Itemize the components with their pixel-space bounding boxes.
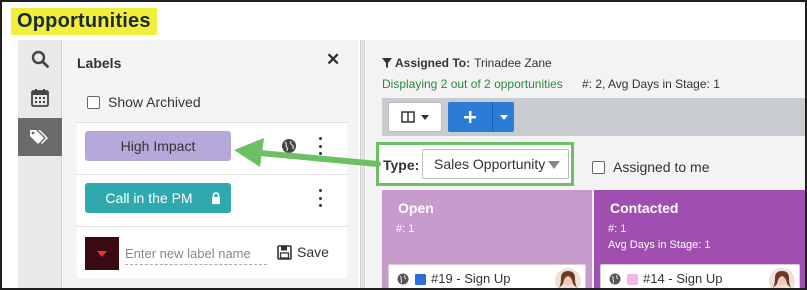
- card-title: #19 - Sign Up: [431, 271, 511, 286]
- page-title: Opportunities: [11, 8, 157, 35]
- opportunity-card[interactable]: #19 - Sign Up: [388, 264, 586, 288]
- icon-rail: [18, 40, 62, 288]
- chevron-down-icon: [97, 250, 107, 257]
- columns-icon: [401, 111, 415, 123]
- column-count: #: 1: [396, 223, 415, 235]
- add-options-button[interactable]: [492, 102, 514, 132]
- add-opportunity-button[interactable]: [448, 102, 492, 132]
- save-label: Save: [297, 244, 329, 260]
- board-stats: #: 2, Avg Days in Stage: 1: [582, 77, 720, 91]
- avatar: [555, 268, 581, 288]
- chevron-down-icon: [548, 161, 560, 169]
- color-picker-button[interactable]: [85, 237, 119, 270]
- label-menu-icon[interactable]: [317, 189, 323, 207]
- label-chip[interactable]: Call in the PM: [85, 183, 231, 213]
- new-label-input[interactable]: [125, 243, 267, 265]
- label-row: Call in the PM: [77, 174, 347, 226]
- column-title: Contacted: [610, 200, 679, 216]
- assigned-to-value: Trinadee Zane: [474, 56, 552, 70]
- show-archived-label: Show Archived: [108, 94, 201, 110]
- caret-down-icon: [421, 114, 429, 120]
- opportunity-card[interactable]: #14 - Sign Up: [600, 264, 800, 288]
- save-button[interactable]: Save: [277, 244, 329, 260]
- column-count: #: 1: [608, 223, 627, 235]
- assigned-to-me-toggle[interactable]: Assigned to me: [592, 159, 710, 175]
- label-chip[interactable]: High Impact: [85, 131, 231, 161]
- panel-divider[interactable]: [360, 40, 365, 288]
- globe-icon[interactable]: [281, 138, 297, 154]
- new-label-row: Save: [77, 226, 347, 278]
- card-title: #14 - Sign Up: [643, 271, 723, 286]
- search-icon: [31, 50, 49, 68]
- caret-down-icon: [499, 114, 508, 120]
- type-label: Type:: [383, 157, 420, 173]
- board-toolbar: [382, 98, 805, 136]
- label-color-square: [627, 274, 638, 285]
- calendar-icon: [31, 88, 49, 107]
- search-button[interactable]: [18, 40, 62, 78]
- column-title: Open: [398, 200, 434, 216]
- filter-icon: [382, 58, 392, 68]
- show-archived-checkbox[interactable]: [87, 95, 100, 109]
- lock-icon: [212, 192, 220, 204]
- labels-button[interactable]: [18, 118, 62, 156]
- label-chip-text: Call in the PM: [105, 190, 193, 206]
- avatar: [769, 268, 795, 288]
- type-filter-highlight: Type: Sales Opportunity: [376, 142, 574, 186]
- plus-icon: [464, 111, 476, 123]
- globe-icon: [397, 273, 409, 285]
- labels-panel: Labels ✕ Show Archived High Impact Call …: [63, 40, 358, 288]
- stage-column-contacted: Contacted #: 1 Avg Days in Stage: 1 #14 …: [594, 190, 805, 288]
- opportunities-board: Assigned To: Trinadee Zane Displaying 2 …: [366, 40, 805, 288]
- label-row: High Impact: [77, 122, 347, 174]
- assigned-to-label: Assigned To:: [395, 56, 471, 70]
- columns-view-button[interactable]: [388, 102, 442, 132]
- show-archived-toggle[interactable]: Show Archived: [87, 94, 201, 110]
- column-avg-days: Avg Days in Stage: 1: [608, 239, 711, 251]
- assigned-to-filter: Assigned To: Trinadee Zane: [382, 56, 552, 70]
- assigned-to-me-checkbox[interactable]: [592, 160, 605, 174]
- calendar-button[interactable]: [18, 78, 62, 116]
- display-count: Displaying 2 out of 2 opportunities: [382, 77, 563, 91]
- labels-title: Labels: [77, 55, 122, 71]
- label-color-square: [415, 274, 426, 285]
- assigned-to-me-label: Assigned to me: [613, 159, 710, 175]
- stage-column-open: Open #: 1 #19 - Sign Up: [382, 190, 592, 288]
- save-icon: [277, 244, 292, 260]
- window-frame: Opportunities Labels ✕ Show Archived Hig…: [0, 0, 807, 290]
- type-select[interactable]: Sales Opportunity: [422, 149, 569, 179]
- tags-icon: [30, 130, 48, 144]
- globe-icon: [609, 273, 621, 285]
- type-select-value: Sales Opportunity: [434, 156, 546, 172]
- close-icon[interactable]: ✕: [326, 50, 340, 70]
- label-menu-icon[interactable]: [317, 137, 323, 155]
